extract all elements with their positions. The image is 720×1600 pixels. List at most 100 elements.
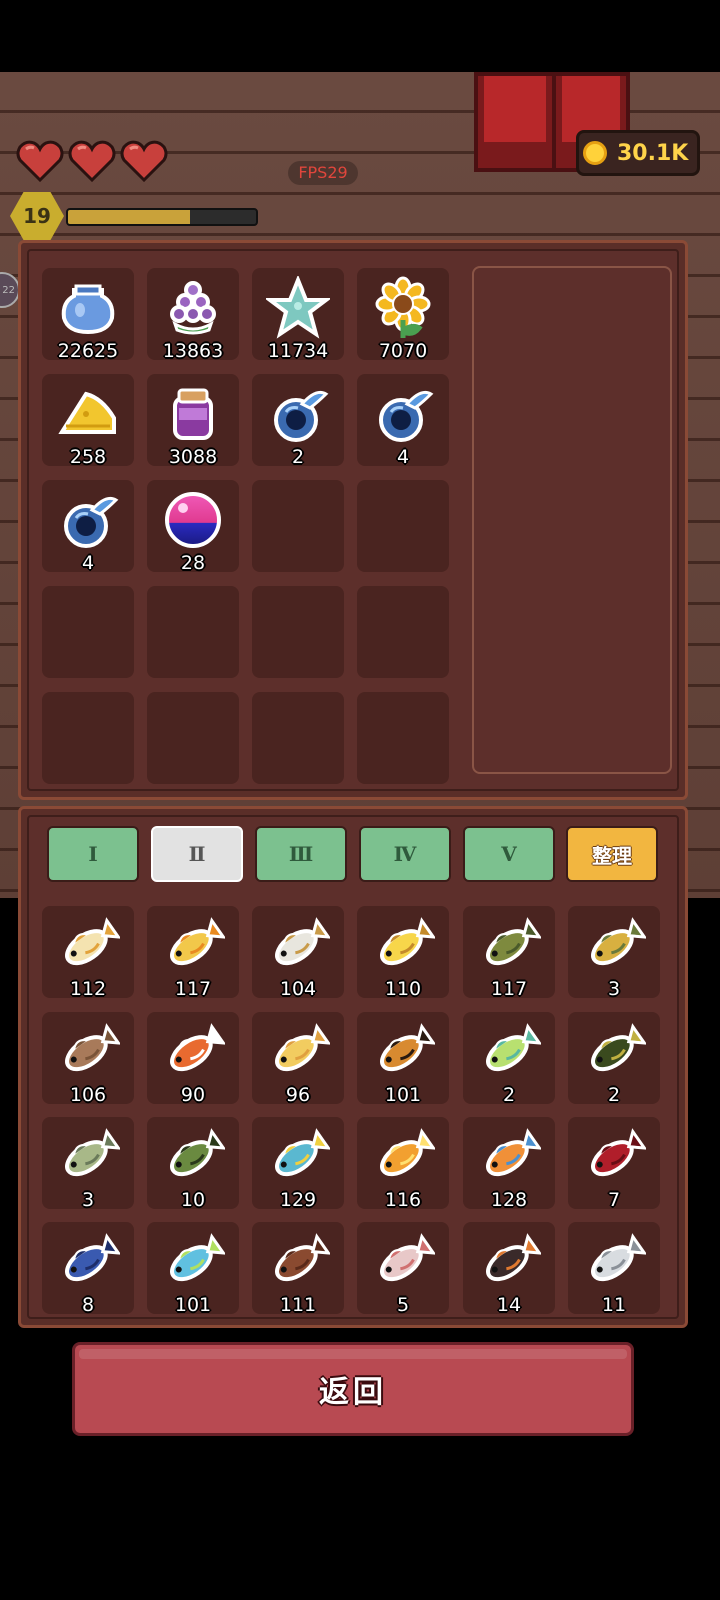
item-count: 117 xyxy=(490,978,528,1000)
dark-fish-icon xyxy=(486,1233,541,1282)
fish-slot[interactable]: 106 xyxy=(42,1012,134,1106)
inventory-slot[interactable]: 7070 xyxy=(357,268,449,362)
item-count: 104 xyxy=(279,978,317,1000)
item-count: 3088 xyxy=(168,446,218,468)
fish-slot[interactable]: 90 xyxy=(147,1012,239,1106)
coin-balance: 30.1K xyxy=(576,130,700,176)
inventory-slot[interactable]: 13863 xyxy=(147,268,239,362)
health-hearts xyxy=(16,140,168,182)
item-count: 28 xyxy=(180,552,206,574)
fish-slot[interactable]: 7 xyxy=(568,1117,660,1211)
heart-icon xyxy=(68,140,116,182)
item-count: 90 xyxy=(180,1084,206,1106)
tab-tier-5[interactable]: Ⅴ xyxy=(463,826,555,882)
empty-inventory-slot[interactable] xyxy=(252,586,344,678)
fish-slot[interactable]: 3 xyxy=(42,1117,134,1211)
sort-button[interactable]: 整理 xyxy=(566,826,658,882)
fish-slot[interactable]: 8 xyxy=(42,1222,134,1316)
inventory-slot[interactable]: 2 xyxy=(252,374,344,468)
back-button[interactable]: 返回 xyxy=(72,1342,634,1436)
fish-slot[interactable]: 111 xyxy=(252,1222,344,1316)
item-count: 3 xyxy=(607,978,621,1000)
red-counter-left xyxy=(474,72,556,172)
empty-inventory-slot[interactable] xyxy=(357,692,449,784)
coin-icon xyxy=(583,141,607,165)
fps-counter: FPS29 xyxy=(288,161,358,185)
purple-jar-icon xyxy=(173,388,213,440)
item-count: 116 xyxy=(384,1189,422,1211)
item-count: 14 xyxy=(496,1294,522,1316)
coin-amount: 30.1K xyxy=(617,140,689,166)
silver-eel-icon xyxy=(591,1233,646,1282)
empty-inventory-slot[interactable] xyxy=(357,480,449,572)
item-count: 2 xyxy=(291,446,305,468)
tiger-fish-icon xyxy=(380,1023,435,1072)
inventory-slot[interactable]: 11734 xyxy=(252,268,344,362)
fish-slot[interactable]: 2 xyxy=(463,1012,555,1106)
starfish-icon xyxy=(266,276,330,339)
yellow-green-fish-icon xyxy=(591,917,646,966)
pink-eel-icon xyxy=(380,1233,435,1282)
item-count: 7 xyxy=(607,1189,621,1211)
inventory-slot[interactable]: 4 xyxy=(42,480,134,574)
empty-inventory-slot[interactable] xyxy=(252,692,344,784)
tab-tier-3[interactable]: Ⅲ xyxy=(255,826,347,882)
item-count: 128 xyxy=(490,1189,528,1211)
fish-slot[interactable]: 117 xyxy=(147,906,239,1000)
item-count: 101 xyxy=(384,1084,422,1106)
item-count: 8 xyxy=(81,1294,95,1316)
inventory-slot[interactable]: 4 xyxy=(357,374,449,468)
fish-slot[interactable]: 5 xyxy=(357,1222,449,1316)
fish-slot[interactable]: 10 xyxy=(147,1117,239,1211)
fish-slot[interactable]: 110 xyxy=(357,906,449,1000)
item-count: 110 xyxy=(384,978,422,1000)
yellow-fish-icon xyxy=(380,917,435,966)
fish-slot[interactable]: 112 xyxy=(42,906,134,1000)
fish-slot[interactable]: 14 xyxy=(463,1222,555,1316)
fish-slot[interactable]: 129 xyxy=(252,1117,344,1211)
item-count: 101 xyxy=(174,1294,212,1316)
inventory-slot[interactable]: 28 xyxy=(147,480,239,574)
empty-inventory-slot[interactable] xyxy=(147,692,239,784)
item-count: 7070 xyxy=(378,340,428,362)
tab-tier-2[interactable]: Ⅱ xyxy=(151,826,243,882)
empty-inventory-slot[interactable] xyxy=(252,480,344,572)
blue-jar-icon xyxy=(61,284,115,335)
inventory-slot[interactable]: 3088 xyxy=(147,374,239,468)
olive-fish-icon xyxy=(486,917,541,966)
tab-tier-4[interactable]: Ⅳ xyxy=(359,826,451,882)
empty-inventory-slot[interactable] xyxy=(147,586,239,678)
item-count: 112 xyxy=(69,978,107,1000)
parrot-fish-icon xyxy=(275,1128,330,1177)
item-count: 111 xyxy=(279,1294,317,1316)
orange-blue-fish-icon xyxy=(486,1128,541,1177)
white-gold-fish-icon xyxy=(65,917,120,966)
silver-fish-icon xyxy=(275,917,330,966)
fish-slot[interactable]: 128 xyxy=(463,1117,555,1211)
inventory-slot[interactable]: 258 xyxy=(42,374,134,468)
item-count: 3 xyxy=(81,1189,95,1211)
fish-slot[interactable]: 2 xyxy=(568,1012,660,1106)
fish-slot[interactable]: 104 xyxy=(252,906,344,1000)
rainbow-fish-icon xyxy=(170,1233,225,1282)
empty-inventory-slot[interactable] xyxy=(357,586,449,678)
empty-inventory-slot[interactable] xyxy=(42,692,134,784)
empty-inventory-slot[interactable] xyxy=(42,586,134,678)
item-count: 129 xyxy=(279,1189,317,1211)
fish-slot[interactable]: 3 xyxy=(568,906,660,1000)
blue-potion-icon xyxy=(379,390,434,442)
fish-slot[interactable]: 117 xyxy=(463,906,555,1000)
heart-icon xyxy=(120,140,168,182)
item-count: 258 xyxy=(69,446,107,468)
fish-slot[interactable]: 101 xyxy=(147,1222,239,1316)
blue-fish-icon xyxy=(65,1233,120,1282)
item-count: 2 xyxy=(502,1084,516,1106)
fish-slot[interactable]: 101 xyxy=(357,1012,449,1106)
inventory-slot[interactable]: 22625 xyxy=(42,268,134,362)
fish-slot[interactable]: 96 xyxy=(252,1012,344,1106)
golden-fish-icon xyxy=(170,917,225,966)
fish-slot[interactable]: 11 xyxy=(568,1222,660,1316)
item-count: 4 xyxy=(396,446,410,468)
tab-tier-1[interactable]: Ⅰ xyxy=(47,826,139,882)
fish-slot[interactable]: 116 xyxy=(357,1117,449,1211)
